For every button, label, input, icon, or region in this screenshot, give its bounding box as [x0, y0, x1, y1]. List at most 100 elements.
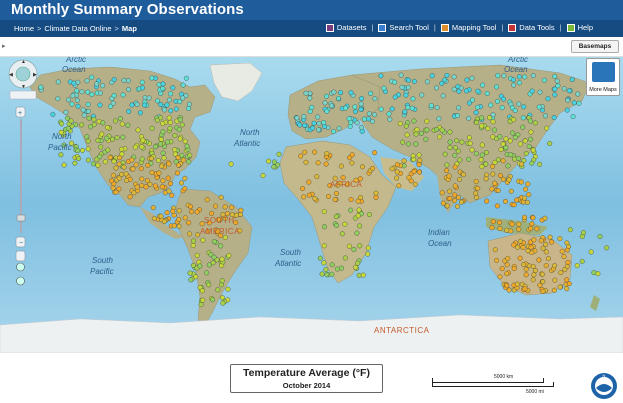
station-marker[interactable]: [495, 73, 501, 79]
station-marker[interactable]: [160, 81, 166, 87]
station-marker[interactable]: [317, 255, 323, 261]
station-marker[interactable]: [140, 85, 145, 91]
station-marker[interactable]: [442, 151, 448, 157]
station-marker[interactable]: [424, 118, 430, 124]
station-marker[interactable]: [403, 123, 409, 129]
station-marker[interactable]: [536, 104, 542, 110]
station-marker[interactable]: [132, 144, 138, 150]
station-marker[interactable]: [389, 106, 395, 112]
station-marker[interactable]: [140, 137, 146, 143]
station-marker[interactable]: [301, 194, 307, 200]
station-marker[interactable]: [302, 122, 308, 128]
station-marker[interactable]: [484, 91, 490, 96]
station-marker[interactable]: [120, 92, 126, 98]
station-marker[interactable]: [505, 163, 511, 169]
station-marker[interactable]: [428, 103, 434, 108]
station-marker[interactable]: [373, 190, 379, 196]
station-marker[interactable]: [84, 134, 90, 140]
station-marker[interactable]: [355, 260, 361, 266]
station-marker[interactable]: [454, 203, 460, 209]
station-marker[interactable]: [63, 109, 69, 115]
station-marker[interactable]: [182, 138, 188, 144]
station-marker[interactable]: [151, 215, 157, 221]
station-marker[interactable]: [387, 116, 393, 122]
station-marker[interactable]: [135, 127, 141, 133]
station-marker[interactable]: [38, 84, 44, 90]
station-marker[interactable]: [537, 161, 543, 167]
station-marker[interactable]: [352, 104, 358, 110]
station-marker[interactable]: [516, 226, 522, 232]
zoom-magnify-out-icon[interactable]: [16, 276, 25, 286]
station-marker[interactable]: [412, 181, 418, 187]
station-marker[interactable]: [150, 205, 156, 211]
station-marker[interactable]: [145, 162, 151, 168]
station-marker[interactable]: [113, 189, 119, 195]
station-marker[interactable]: [89, 91, 95, 97]
station-marker[interactable]: [166, 188, 172, 194]
station-marker[interactable]: [517, 238, 523, 244]
station-marker[interactable]: [455, 113, 460, 119]
station-marker[interactable]: [540, 245, 546, 251]
station-marker[interactable]: [518, 179, 524, 185]
station-marker[interactable]: [366, 212, 372, 218]
station-marker[interactable]: [537, 89, 543, 95]
station-marker[interactable]: [321, 224, 327, 230]
station-marker[interactable]: [466, 156, 472, 162]
station-marker[interactable]: [294, 115, 300, 121]
station-marker[interactable]: [456, 105, 461, 111]
station-marker[interactable]: [314, 174, 320, 180]
station-marker[interactable]: [356, 272, 362, 278]
station-marker[interactable]: [266, 158, 272, 164]
station-marker[interactable]: [531, 272, 537, 278]
station-marker[interactable]: [567, 227, 573, 233]
menu-mapping-tool[interactable]: Mapping Tool: [440, 23, 496, 32]
station-marker[interactable]: [495, 98, 500, 104]
station-marker[interactable]: [219, 278, 225, 284]
station-marker[interactable]: [209, 210, 215, 216]
station-marker[interactable]: [423, 136, 429, 142]
station-marker[interactable]: [100, 120, 106, 126]
station-marker[interactable]: [405, 104, 411, 110]
station-marker[interactable]: [530, 73, 536, 79]
station-marker[interactable]: [134, 184, 140, 190]
station-marker[interactable]: [75, 103, 81, 109]
station-marker[interactable]: [361, 116, 367, 122]
station-marker[interactable]: [508, 188, 514, 194]
station-marker[interactable]: [347, 124, 353, 129]
station-marker[interactable]: [176, 127, 182, 133]
station-marker[interactable]: [137, 110, 143, 116]
station-marker[interactable]: [75, 148, 81, 154]
station-marker[interactable]: [451, 74, 457, 80]
station-marker[interactable]: [187, 152, 193, 158]
station-marker[interactable]: [74, 97, 80, 103]
station-marker[interactable]: [490, 134, 496, 140]
station-marker[interactable]: [168, 91, 174, 97]
station-marker[interactable]: [219, 256, 225, 262]
station-marker[interactable]: [440, 93, 446, 99]
station-marker[interactable]: [300, 186, 306, 192]
station-marker[interactable]: [489, 225, 495, 231]
station-marker[interactable]: [311, 120, 317, 126]
station-marker[interactable]: [324, 93, 329, 99]
station-marker[interactable]: [113, 118, 118, 124]
station-marker[interactable]: [554, 78, 560, 84]
station-marker[interactable]: [475, 88, 481, 94]
station-marker[interactable]: [176, 162, 181, 168]
station-marker[interactable]: [447, 145, 453, 150]
station-marker[interactable]: [211, 239, 217, 245]
station-marker[interactable]: [490, 219, 496, 225]
station-marker[interactable]: [339, 265, 344, 271]
station-marker[interactable]: [146, 95, 152, 101]
station-marker[interactable]: [409, 105, 415, 111]
station-marker[interactable]: [165, 139, 171, 145]
station-marker[interactable]: [552, 92, 558, 98]
station-marker[interactable]: [334, 223, 339, 228]
station-marker[interactable]: [444, 162, 450, 168]
station-marker[interactable]: [346, 116, 352, 122]
pan-right-icon[interactable]: ▶: [33, 72, 37, 78]
station-marker[interactable]: [574, 263, 580, 268]
station-marker[interactable]: [479, 115, 484, 121]
station-marker[interactable]: [142, 102, 148, 108]
station-marker[interactable]: [418, 130, 424, 136]
collapse-panel-icon[interactable]: ▸: [2, 42, 6, 50]
